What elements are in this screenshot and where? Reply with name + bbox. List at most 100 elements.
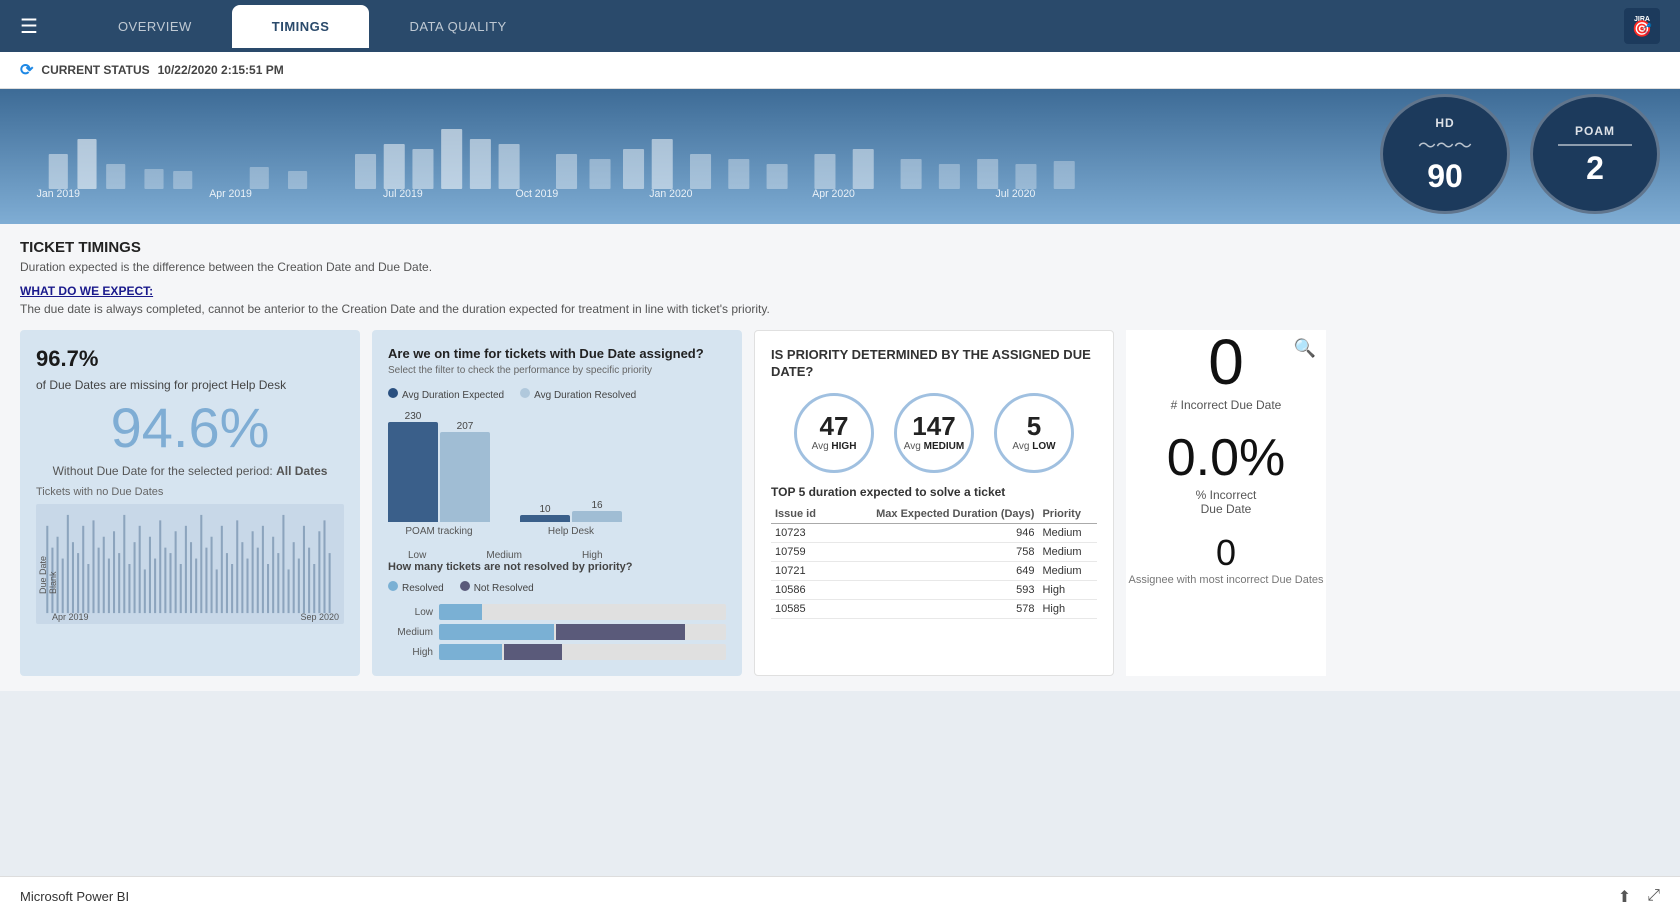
circle-low: 5 Avg LOW	[994, 393, 1074, 473]
bar-poam-label: POAM tracking	[405, 526, 472, 537]
table-row: 10759 758 Medium	[771, 542, 1097, 561]
status-timestamp: 10/22/2020 2:15:51 PM	[158, 63, 284, 77]
th-priority: Priority	[1038, 505, 1097, 524]
row5-duration: 578	[832, 599, 1039, 618]
pct-main-desc: of Due Dates are missing for project Hel…	[36, 378, 286, 392]
hd-value: 90	[1427, 160, 1463, 192]
pct-sub3: All Dates	[276, 464, 327, 478]
resolved-dot	[388, 581, 398, 591]
what-expect-label: WHAT DO WE EXPECT:	[20, 284, 1660, 298]
th-issue-id: Issue id	[771, 505, 832, 524]
bar-hd-10-label: 10	[539, 504, 550, 515]
top5-table: Issue id Max Expected Duration (Days) Pr…	[771, 505, 1097, 619]
hamburger-icon[interactable]: ☰	[20, 14, 38, 39]
tab-data-quality[interactable]: DATA QUALITY	[369, 5, 546, 48]
pr-low-track	[439, 604, 726, 620]
legend-light-dot	[520, 388, 530, 398]
pr-high-resolved	[439, 644, 502, 660]
row2-priority: Medium	[1038, 542, 1097, 561]
panel-incorrect-dates: 0 🔍 # Incorrect Due Date 0.0% % Incorrec…	[1126, 330, 1326, 676]
row3-issue: 10721	[771, 561, 832, 580]
jira-icon: JIRA 🎯	[1624, 8, 1660, 44]
row3-priority: Medium	[1038, 561, 1097, 580]
priority-bars: Low Medium High	[388, 604, 726, 660]
ticket-timings-title: TICKET TIMINGS	[20, 239, 1660, 256]
ticket-timings-description: Duration expected is the difference betw…	[20, 260, 1660, 274]
assignee-label: Assignee with most incorrect Due Dates	[1126, 574, 1326, 586]
circle-high-label: Avg HIGH	[812, 441, 857, 452]
dashboard-grid: 96.7% of Due Dates are missing for proje…	[20, 330, 1660, 676]
panel-priority-date: IS PRIORITY DETERMINED BY THE ASSIGNED D…	[754, 330, 1114, 676]
tab-overview[interactable]: OVERVIEW	[78, 5, 232, 48]
assignee-value: 0	[1126, 532, 1326, 574]
priority-row-high: High	[388, 644, 726, 660]
footer: Microsoft Power BI ⬆ ⤢	[0, 876, 1680, 916]
pr-medium-unresolved	[556, 624, 685, 640]
bar-poam-dark	[388, 422, 438, 522]
priority-legend: Resolved Not Resolved	[388, 581, 726, 594]
panel2-bar-chart: 230 207 POAM tracking 10	[388, 411, 726, 561]
row3-duration: 649	[832, 561, 1039, 580]
svg-text:Oct 2019: Oct 2019	[516, 188, 559, 199]
circle-medium-value: 147	[912, 413, 955, 439]
row1-priority: Medium	[1038, 523, 1097, 542]
x-label-low: Low	[408, 550, 426, 561]
poam-value: 2	[1586, 152, 1604, 184]
expand-icon[interactable]: ⤢	[1647, 887, 1660, 907]
share-icon[interactable]: ⬆	[1618, 887, 1631, 907]
pr-medium-resolved	[439, 624, 554, 640]
search-icon[interactable]: 🔍	[1294, 338, 1316, 359]
bar-hd-16-label: 16	[591, 500, 602, 511]
bar-poam-230-label: 230	[405, 411, 422, 422]
pct-incorrect-value: 0.0%	[1126, 428, 1326, 488]
panel-due-dates: 96.7% of Due Dates are missing for proje…	[20, 330, 360, 676]
not-resolved-label: Not Resolved	[474, 583, 534, 594]
row1-issue: 10723	[771, 523, 832, 542]
panel2-legend: Avg Duration Expected Avg Duration Resol…	[388, 388, 726, 401]
circle-high-value: 47	[820, 413, 849, 439]
pr-low-label: Low	[388, 607, 433, 618]
pct-large: 94.6%	[36, 400, 344, 456]
pct-sub: Without Due Date for the selected period…	[36, 464, 344, 478]
row5-priority: High	[1038, 599, 1097, 618]
x-label-high: High	[582, 550, 603, 561]
svg-text:Jul 2019: Jul 2019	[383, 188, 423, 199]
svg-text:Apr 2019: Apr 2019	[209, 188, 252, 199]
panel3-title: IS PRIORITY DETERMINED BY THE ASSIGNED D…	[771, 347, 1097, 381]
hd-metric-circle: HD 〜〜〜 90	[1380, 94, 1510, 214]
svg-text:Jan 2019: Jan 2019	[37, 188, 80, 199]
incorrect-date-label: # Incorrect Due Date	[1126, 398, 1326, 412]
circle-high: 47 Avg HIGH	[794, 393, 874, 473]
row5-issue: 10585	[771, 599, 832, 618]
bar-hd-label: Help Desk	[548, 526, 594, 537]
no-due-dates-label: Tickets with no Due Dates	[36, 486, 344, 498]
panel2-title: Are we on time for tickets with Due Date…	[388, 346, 726, 361]
row4-issue: 10586	[771, 580, 832, 599]
pct-sub1: Without Due Date for the	[53, 464, 185, 478]
metric-circles: HD 〜〜〜 90 POAM 2	[1380, 94, 1660, 224]
row2-issue: 10759	[771, 542, 832, 561]
priority-row-medium: Medium	[388, 624, 726, 640]
tab-timings[interactable]: TIMINGS	[232, 5, 370, 48]
nav-tabs: OVERVIEW TIMINGS DATA QUALITY	[78, 5, 1624, 48]
panel2-subtitle: Select the filter to check the performan…	[388, 365, 726, 376]
legend-avg-resolved: Avg Duration Resolved	[534, 390, 636, 401]
x-label-medium: Medium	[486, 550, 522, 561]
footer-icons: ⬆ ⤢	[1618, 887, 1660, 907]
pr-high-unresolved	[504, 644, 561, 660]
priority-circles: 47 Avg HIGH 147 Avg MEDIUM 5 Avg LOW	[771, 393, 1097, 473]
poam-metric-circle: POAM 2	[1530, 94, 1660, 214]
top5-title: TOP 5 duration expected to solve a ticke…	[771, 485, 1097, 499]
status-icon: ⟳	[20, 60, 33, 80]
timeline-chart: Jan 2019 Apr 2019 Jul 2019 Oct 2019 Jan …	[20, 99, 1360, 199]
circle-low-label: Avg LOW	[1012, 441, 1055, 452]
legend-avg-expected: Avg Duration Expected	[402, 390, 504, 401]
svg-text:🎯: 🎯	[1632, 20, 1652, 38]
pct-incorrect-label: % IncorrectDue Date	[1126, 488, 1326, 516]
y-axis-label: Due Date Blank	[38, 534, 58, 594]
what-expect-desc: The due date is always completed, cannot…	[20, 302, 1660, 316]
row4-priority: High	[1038, 580, 1097, 599]
hd-wave-icon: 〜〜〜	[1418, 132, 1472, 158]
timeline-area: Jan 2019 Apr 2019 Jul 2019 Oct 2019 Jan …	[0, 89, 1680, 224]
row1-duration: 946	[832, 523, 1039, 542]
